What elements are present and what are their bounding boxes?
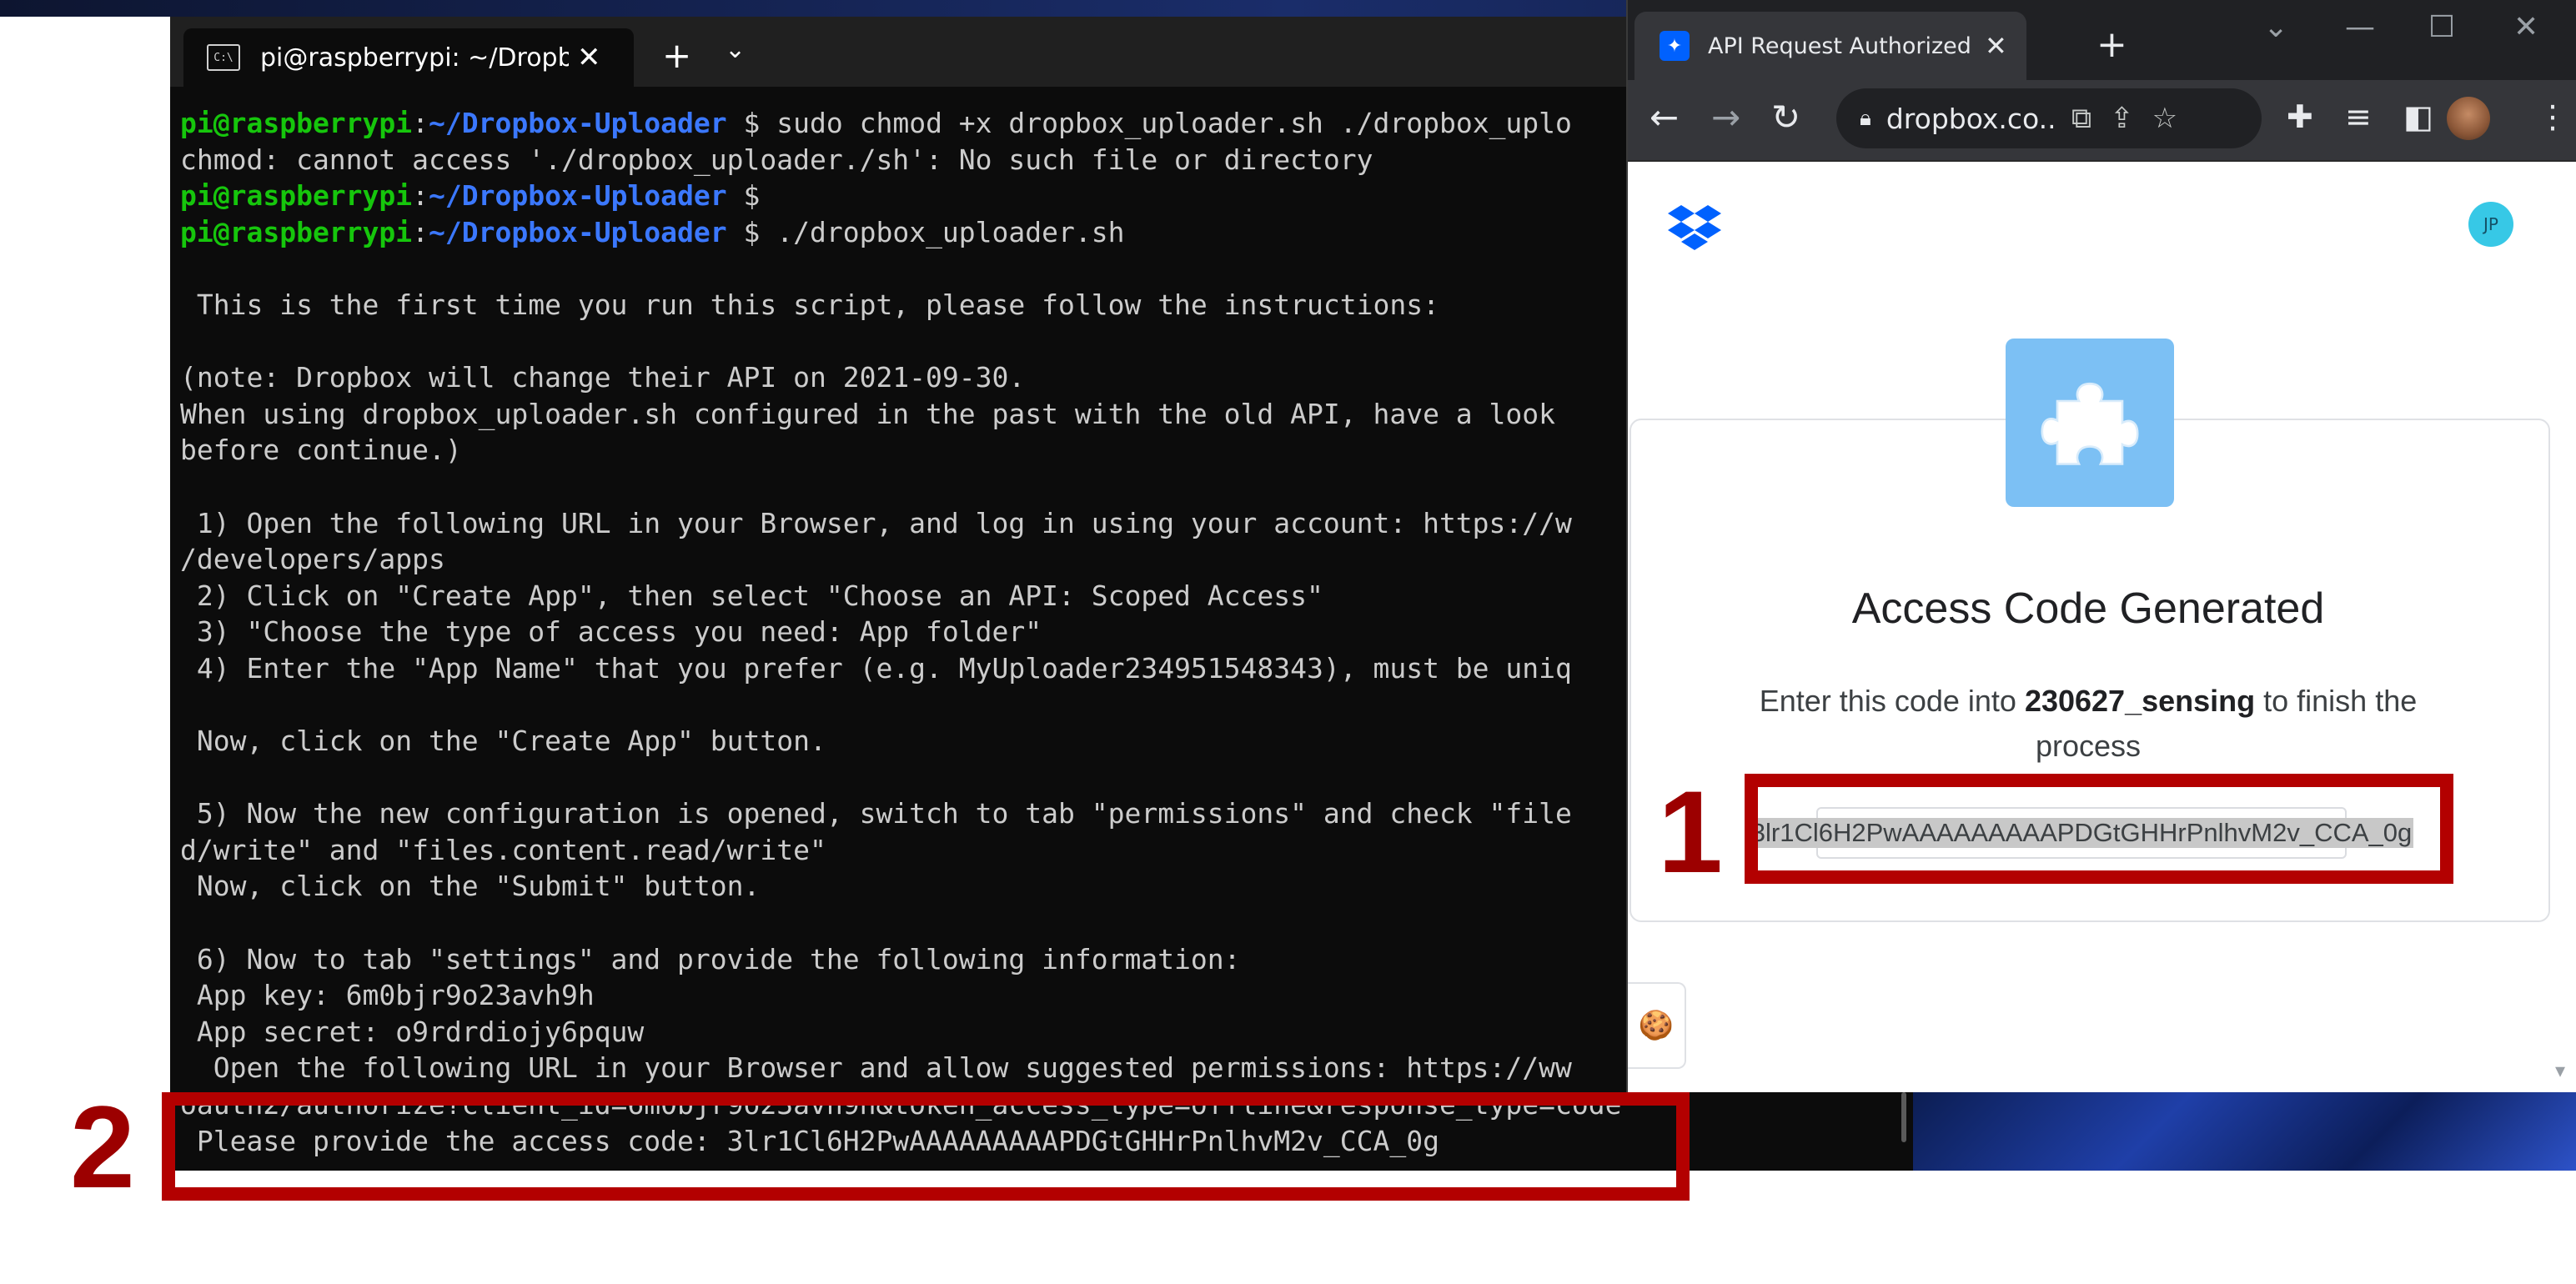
terminal-line: 2) Click on "Create App", then select "C… <box>180 579 1323 612</box>
terminal-line: 5) Now the new configuration is opened, … <box>180 797 1572 830</box>
browser-window[interactable]: ✦ API Request Authorized - Drop ✕ + ⌄ — … <box>1626 0 2576 1092</box>
minimize-icon[interactable]: — <box>2345 10 2375 44</box>
share-icon[interactable]: ⇪ <box>2110 102 2134 135</box>
browser-toolbar: ← → ↻ 🔒︎ dropbox.co... ⧉ ⇪ ☆ ✚ ≡ ◧ ⋮ <box>1628 80 2576 162</box>
instruction-prefix: Enter this code into <box>1759 684 2025 718</box>
terminal-line: When using dropbox_uploader.sh configure… <box>180 397 1556 430</box>
terminal-line: /developers/apps <box>180 543 445 576</box>
terminal-line: pi@raspberrypi:~/Dropbox-Uploader $ <box>180 178 1748 214</box>
highlight-box-2 <box>162 1092 1690 1201</box>
browser-tab-title: API Request Authorized - Drop <box>1708 33 1975 59</box>
prompt-colon: : <box>412 179 429 213</box>
prompt-colon: : <box>412 215 429 248</box>
terminal-line: Now, click on the "Create App" button. <box>180 725 826 758</box>
forward-icon[interactable]: → <box>1711 97 1740 138</box>
prompt-colon: : <box>412 107 429 139</box>
dropbox-auth-page: JP Access Code Generated Enter this code… <box>1628 162 2576 1092</box>
terminal-line: before continue.) <box>180 434 462 467</box>
terminal-line: Now, click on the "Submit" button. <box>180 870 761 903</box>
terminal-scrollbar[interactable] <box>1901 1092 1906 1142</box>
instruction-text: Enter this code into 230627_sensing to f… <box>1753 679 2423 769</box>
terminal-line: App key: 6m0bjr9o23avh9h <box>180 979 595 1012</box>
translate-icon[interactable]: ⧉ <box>2071 102 2091 135</box>
maximize-icon[interactable]: ☐ <box>2428 10 2455 44</box>
new-tab-icon[interactable]: + <box>662 35 691 76</box>
menu-kebab-icon[interactable]: ⋮ <box>2537 98 2568 135</box>
terminal-line: Open the following URL in your Browser a… <box>180 1051 1572 1085</box>
terminal-line: d/write" and "files.content.read/write" <box>180 833 826 866</box>
address-bar-url[interactable]: dropbox.co... <box>1886 103 2053 135</box>
profile-avatar[interactable] <box>2447 97 2490 140</box>
prompt-command: $ sudo chmod +x dropbox_uploader.sh ./dr… <box>726 107 1572 139</box>
browser-tab[interactable]: ✦ API Request Authorized - Drop ✕ <box>1634 12 2026 80</box>
terminal-line: chmod: cannot access './dropbox_uploader… <box>180 143 1373 176</box>
terminal-line: 4) Enter the "App Name" that you prefer … <box>180 651 1572 685</box>
back-icon[interactable]: ← <box>1650 97 1679 138</box>
close-tab-icon[interactable]: ✕ <box>577 41 601 74</box>
terminal-output[interactable]: pi@raspberrypi:~/Dropbox-Uploader $ sudo… <box>180 105 1748 1181</box>
close-window-icon[interactable]: ✕ <box>2513 10 2538 44</box>
address-bar[interactable]: 🔒︎ dropbox.co... ⧉ ⇪ ☆ <box>1836 88 2262 148</box>
account-avatar[interactable]: JP <box>2468 202 2513 247</box>
terminal-line: App secret: o9rdrdiojy6pquw <box>180 1015 645 1048</box>
annotation-marker-2: 2 <box>70 1081 135 1212</box>
terminal-line: pi@raspberrypi:~/Dropbox-Uploader $ sudo… <box>180 105 1748 142</box>
chevron-down-icon[interactable]: ⌄ <box>725 35 746 64</box>
terminal-line: 3) "Choose the type of access you need: … <box>180 615 1042 649</box>
bookmark-star-icon[interactable]: ☆ <box>2152 102 2177 135</box>
media-control-icon[interactable]: ≡ <box>2345 98 2372 135</box>
lock-icon[interactable]: 🔒︎ <box>1860 106 1871 132</box>
terminal-tab[interactable]: C:\ pi@raspberrypi: ~/Dropbox-U ✕ <box>183 28 634 87</box>
page-title: Access Code Generated <box>1851 584 2325 633</box>
scroll-down-icon[interactable]: ▾ <box>2555 1059 2565 1082</box>
prompt-path: ~/Dropbox-Uploader <box>429 215 727 248</box>
reload-icon[interactable]: ↻ <box>1771 97 1800 138</box>
close-tab-icon[interactable]: ✕ <box>1985 30 2007 62</box>
app-name: 230627_sensing <box>2024 684 2256 718</box>
cookie-icon[interactable]: 🍪 <box>1628 982 1686 1069</box>
prompt-command: $ <box>726 179 761 213</box>
dropbox-logo-icon[interactable] <box>1668 205 1721 252</box>
prompt-command: $ ./dropbox_uploader.sh <box>726 215 1125 248</box>
terminal-line: pi@raspberrypi:~/Dropbox-Uploader $ ./dr… <box>180 214 1748 251</box>
prompt-user: pi@raspberrypi <box>180 107 413 139</box>
side-panel-icon[interactable]: ◧ <box>2403 98 2433 135</box>
terminal-icon: C:\ <box>207 44 240 71</box>
extensions-icon[interactable]: ✚ <box>2287 98 2313 135</box>
puzzle-piece-icon <box>2006 339 2174 507</box>
terminal-line: 6) Now to tab "settings" and provide the… <box>180 942 1241 976</box>
prompt-path: ~/Dropbox-Uploader <box>429 179 727 213</box>
terminal-line: (note: Dropbox will change their API on … <box>180 361 1026 394</box>
desktop-wallpaper <box>1893 1084 2576 1171</box>
terminal-line: 1) Open the following URL in your Browse… <box>180 506 1572 539</box>
terminal-tab-title: pi@raspberrypi: ~/Dropbox-U <box>260 43 569 73</box>
prompt-user: pi@raspberrypi <box>180 215 413 248</box>
tab-search-icon[interactable]: ⌄ <box>2263 10 2288 44</box>
annotation-marker-1: 1 <box>1658 766 1723 897</box>
browser-tabstrip: ✦ API Request Authorized - Drop ✕ + ⌄ — … <box>1628 0 2576 80</box>
prompt-user: pi@raspberrypi <box>180 179 413 213</box>
new-tab-icon[interactable]: + <box>2096 23 2127 66</box>
terminal-line: This is the first time you run this scri… <box>180 288 1439 321</box>
dropbox-favicon-icon: ✦ <box>1660 31 1690 61</box>
prompt-path: ~/Dropbox-Uploader <box>429 107 727 139</box>
highlight-box-1 <box>1745 774 2453 884</box>
